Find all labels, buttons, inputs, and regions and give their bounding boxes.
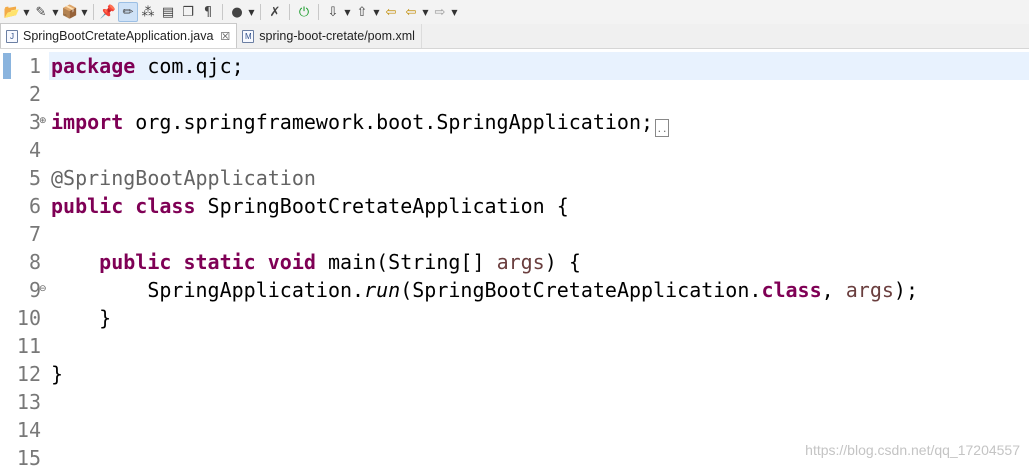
chevron-down-icon[interactable]: ▼ xyxy=(22,2,31,22)
code-text: ) { xyxy=(544,250,581,274)
method-call: run xyxy=(364,278,401,302)
code-line: @SpringBootApplication xyxy=(51,164,316,192)
package-icon[interactable]: 📦 xyxy=(60,2,80,22)
code-text: main(String[] xyxy=(315,250,497,274)
line-number: 9 xyxy=(28,278,41,302)
arrow-down-icon[interactable]: ⇩ xyxy=(323,2,343,22)
code-line: } xyxy=(51,304,111,332)
line-number: 4 xyxy=(28,138,41,162)
open-folder-icon[interactable]: 📂 xyxy=(2,2,22,22)
user-icon[interactable]: ● xyxy=(227,2,247,22)
keyword: static xyxy=(183,250,256,274)
code-text: } xyxy=(51,362,64,386)
toolbar-separator xyxy=(289,4,290,20)
close-icon[interactable]: ☒ xyxy=(220,30,230,43)
code-editor[interactable]: 1 2 3 4 5 6 7 8 9 10 11 12 13 14 15 ⊕ ⊖ … xyxy=(0,50,1029,466)
keyword: import xyxy=(51,110,124,134)
code-text: SpringBootCretateApplication { xyxy=(195,194,569,218)
arrow-up-icon[interactable]: ⇧ xyxy=(352,2,372,22)
line-number: 8 xyxy=(28,250,41,274)
tab-label: spring-boot-cretate/pom.xml xyxy=(259,29,415,43)
chevron-down-icon[interactable]: ▼ xyxy=(450,2,459,22)
line-number: 13 xyxy=(16,390,41,414)
code-line: public class SpringBootCretateApplicatio… xyxy=(51,192,569,220)
code-line: public static void main(String[] args) { xyxy=(51,248,581,276)
tab-pom-file[interactable]: M spring-boot-cretate/pom.xml xyxy=(237,24,422,48)
line-number: 11 xyxy=(16,334,41,358)
dots-icon[interactable]: ⁂ xyxy=(138,2,158,22)
watermark: https://blog.csdn.net/qq_17204557 xyxy=(805,442,1020,458)
back-arrow-icon[interactable]: ⇦ xyxy=(381,2,401,22)
forward-arrow-icon[interactable]: ⇨ xyxy=(430,2,450,22)
pin-icon[interactable]: 📌 xyxy=(98,2,118,22)
maven-file-icon: M xyxy=(242,29,255,43)
keyword: void xyxy=(267,250,316,274)
keyword: class xyxy=(761,278,822,302)
pencil-cross-icon[interactable]: ✗ xyxy=(265,2,285,22)
tab-label: SpringBootCretateApplication.java xyxy=(23,29,214,43)
line-number: 3 xyxy=(28,110,41,134)
toolbar-separator xyxy=(260,4,261,20)
highlight-icon[interactable]: ✏ xyxy=(118,2,138,22)
chevron-down-icon[interactable]: ▼ xyxy=(372,2,381,22)
paragraph-icon[interactable]: ¶ xyxy=(198,2,218,22)
line-number: 2 xyxy=(28,82,41,106)
expand-fold-icon[interactable]: ⊕ xyxy=(39,117,48,126)
main-toolbar: 📂 ▼ ✎ ▼ 📦 ▼ 📌 ✏ ⁂ ▤ ❐ ¶ ● ▼ ✗ ⏻ ⇩ ▼ ⇧ ▼ … xyxy=(0,0,1029,24)
toolbar-separator xyxy=(93,4,94,20)
code-text: , xyxy=(821,278,846,302)
line-number: 7 xyxy=(28,222,41,246)
chevron-down-icon[interactable]: ▼ xyxy=(51,2,60,22)
edit-icon[interactable]: ▤ xyxy=(158,2,178,22)
code-text: com.qjc; xyxy=(135,54,244,78)
keyword: public xyxy=(99,250,172,274)
code-text: (SpringBootCretateApplication. xyxy=(400,278,762,302)
code-line: } xyxy=(51,360,63,388)
line-number: 12 xyxy=(16,362,41,386)
overview-ruler xyxy=(0,50,13,466)
line-number: 6 xyxy=(28,194,41,218)
parameter: args xyxy=(845,278,894,302)
code-text: org.springframework.boot.SpringApplicati… xyxy=(123,110,654,134)
line-number: 15 xyxy=(16,446,41,466)
chevron-down-icon[interactable]: ▼ xyxy=(343,2,352,22)
line-number: 5 xyxy=(28,166,41,190)
collapse-fold-icon[interactable]: ⊖ xyxy=(39,285,48,294)
chevron-down-icon[interactable]: ▼ xyxy=(421,2,430,22)
code-line: package com.qjc; xyxy=(51,52,244,80)
chevron-down-icon[interactable]: ▼ xyxy=(247,2,256,22)
back-arrow-icon[interactable]: ⇦ xyxy=(401,2,421,22)
toolbar-separator xyxy=(318,4,319,20)
java-file-icon: J xyxy=(6,29,18,43)
parameter: args xyxy=(496,250,545,274)
code-line: import org.springframework.boot.SpringAp… xyxy=(51,108,670,137)
keyword: public xyxy=(51,194,124,218)
tab-java-file[interactable]: J SpringBootCretateApplication.java ☒ xyxy=(0,23,238,48)
code-text: ); xyxy=(893,278,919,302)
line-number: 10 xyxy=(16,306,41,330)
keyword: package xyxy=(51,54,136,78)
annotation: @SpringBootApplication xyxy=(51,166,316,190)
copy-icon[interactable]: ❐ xyxy=(178,2,198,22)
power-icon[interactable]: ⏻ xyxy=(294,2,314,22)
keyword: class xyxy=(135,194,196,218)
wand-icon[interactable]: ✎ xyxy=(31,2,51,22)
chevron-down-icon[interactable]: ▼ xyxy=(80,2,89,22)
toolbar-separator xyxy=(222,4,223,20)
line-number: 1 xyxy=(28,54,41,78)
current-line-marker xyxy=(3,53,11,79)
code-text: } xyxy=(51,306,112,330)
editor-tab-bar: J SpringBootCretateApplication.java ☒ M … xyxy=(0,23,1029,49)
code-line: SpringApplication.run(SpringBootCretateA… xyxy=(51,276,918,304)
code-text: SpringApplication. xyxy=(147,278,365,302)
line-number: 14 xyxy=(16,418,41,442)
collapsed-imports-indicator[interactable]: .. xyxy=(655,119,670,137)
